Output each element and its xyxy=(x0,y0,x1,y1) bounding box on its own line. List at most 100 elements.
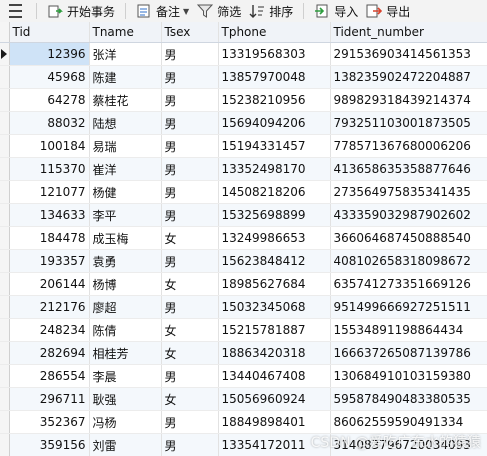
cell-tid[interactable]: 206144 xyxy=(9,272,90,296)
table-row[interactable]: 206144 杨博女 18985627684 635741273351669126 xyxy=(0,272,487,296)
table-row[interactable]: 296711 耿强女 15056960924 595878490483380535 xyxy=(0,387,487,411)
cell-tname[interactable]: 陈倩 xyxy=(89,318,162,342)
menu-button[interactable] xyxy=(0,0,30,22)
cell-tident-number[interactable]: 635741273351669126 xyxy=(330,272,487,296)
table-row[interactable]: 100184 易瑞男 15194331457 778571367680006206 xyxy=(0,134,487,158)
row-indicator[interactable] xyxy=(0,134,10,158)
cell-tphone[interactable]: 13440467408 xyxy=(218,364,331,388)
cell-tname[interactable]: 李晨 xyxy=(89,364,162,388)
row-indicator[interactable] xyxy=(0,341,10,365)
table-row[interactable]: 352367 冯杨男 18849898401 86062559590491334 xyxy=(0,410,487,434)
cell-tphone[interactable]: 13352498170 xyxy=(218,157,331,181)
cell-tident-number[interactable]: 138235902472204887 xyxy=(330,65,487,89)
cell-tident-number[interactable]: 778571367680006206 xyxy=(330,134,487,158)
table-row[interactable]: 359156 刘雷男 13354172011 314083796720034093 xyxy=(0,433,487,456)
cell-tname[interactable]: 廖超 xyxy=(89,295,162,319)
cell-tname[interactable]: 蔡桂花 xyxy=(89,88,162,112)
cell-tphone[interactable]: 13319568303 xyxy=(218,42,331,66)
row-indicator[interactable] xyxy=(0,387,10,411)
cell-tsex[interactable]: 男 xyxy=(161,203,219,227)
cell-tident-number[interactable]: 413658635358877646 xyxy=(330,157,487,181)
cell-tsex[interactable]: 男 xyxy=(161,65,219,89)
cell-tphone[interactable]: 15325698899 xyxy=(218,203,331,227)
cell-tphone[interactable]: 15238210956 xyxy=(218,88,331,112)
cell-tid[interactable]: 184478 xyxy=(9,226,90,250)
cell-tid[interactable]: 352367 xyxy=(9,410,90,434)
cell-tphone[interactable]: 15694094206 xyxy=(218,111,331,135)
table-row[interactable]: 248234 陈倩女 15215781887 15534891198864434 xyxy=(0,318,487,342)
cell-tphone[interactable]: 18985627684 xyxy=(218,272,331,296)
cell-tid[interactable]: 282694 xyxy=(9,341,90,365)
cell-tphone[interactable]: 14508218206 xyxy=(218,180,331,204)
cell-tid[interactable]: 359156 xyxy=(9,433,90,456)
cell-tname[interactable]: 崔洋 xyxy=(89,157,162,181)
cell-tsex[interactable]: 男 xyxy=(161,410,219,434)
cell-tphone[interactable]: 13857970048 xyxy=(218,65,331,89)
cell-tid[interactable]: 134633 xyxy=(9,203,90,227)
cell-tname[interactable]: 成玉梅 xyxy=(89,226,162,250)
row-indicator[interactable] xyxy=(0,295,10,319)
cell-tname[interactable]: 陈建 xyxy=(89,65,162,89)
cell-tphone[interactable]: 15194331457 xyxy=(218,134,331,158)
row-indicator[interactable] xyxy=(0,88,10,112)
cell-tname[interactable]: 相桂芳 xyxy=(89,341,162,365)
cell-tident-number[interactable]: 951499666927251511 xyxy=(330,295,487,319)
cell-tid[interactable]: 248234 xyxy=(9,318,90,342)
cell-tname[interactable]: 杨健 xyxy=(89,180,162,204)
cell-tname[interactable]: 袁勇 xyxy=(89,249,162,273)
cell-tident-number[interactable]: 408102658318098672 xyxy=(330,249,487,273)
cell-tident-number[interactable]: 86062559590491334 xyxy=(330,410,487,434)
cell-tphone[interactable]: 15215781887 xyxy=(218,318,331,342)
cell-tphone[interactable]: 13354172011 xyxy=(218,433,331,456)
cell-tsex[interactable]: 男 xyxy=(161,433,219,456)
cell-tphone[interactable]: 15623848412 xyxy=(218,249,331,273)
cell-tsex[interactable]: 男 xyxy=(161,180,219,204)
row-indicator[interactable] xyxy=(0,433,10,456)
cell-tsex[interactable]: 男 xyxy=(161,157,219,181)
cell-tname[interactable]: 冯杨 xyxy=(89,410,162,434)
row-indicator[interactable] xyxy=(0,272,10,296)
cell-tsex[interactable]: 男 xyxy=(161,364,219,388)
cell-tname[interactable]: 耿强 xyxy=(89,387,162,411)
table-row[interactable]: 193357 袁勇男 15623848412 408102658318098672 xyxy=(0,249,487,273)
table-row[interactable]: 88032 陆想男 15694094206 793251103001873505 xyxy=(0,111,487,135)
cell-tname[interactable]: 张洋 xyxy=(89,42,162,66)
table-row[interactable]: 121077 杨健男 14508218206 273564975835341435 xyxy=(0,180,487,204)
cell-tphone[interactable]: 15056960924 xyxy=(218,387,331,411)
cell-tid[interactable]: 296711 xyxy=(9,387,90,411)
table-row[interactable]: 134633 李平男 15325698899 433359032987902602 xyxy=(0,203,487,227)
cell-tphone[interactable]: 15032345068 xyxy=(218,295,331,319)
cell-tname[interactable]: 易瑞 xyxy=(89,134,162,158)
import-button[interactable]: 导入 xyxy=(310,0,362,22)
cell-tname[interactable]: 刘雷 xyxy=(89,433,162,456)
table-row[interactable]: 12396 张洋男 13319568303 291536903414561353 xyxy=(0,42,487,66)
cell-tident-number[interactable]: 433359032987902602 xyxy=(330,203,487,227)
cell-tident-number[interactable]: 314083796720034093 xyxy=(330,433,487,456)
cell-tid[interactable]: 88032 xyxy=(9,111,90,135)
cell-tphone[interactable]: 18863420318 xyxy=(218,341,331,365)
cell-tsex[interactable]: 女 xyxy=(161,226,219,250)
cell-tident-number[interactable]: 989829318439214374 xyxy=(330,88,487,112)
cell-tid[interactable]: 193357 xyxy=(9,249,90,273)
table-row[interactable]: 64278 蔡桂花男 15238210956 989829318439214374 xyxy=(0,88,487,112)
cell-tsex[interactable]: 女 xyxy=(161,341,219,365)
cell-tident-number[interactable]: 366064687450888540 xyxy=(330,226,487,250)
row-indicator[interactable] xyxy=(0,226,10,250)
cell-tsex[interactable]: 男 xyxy=(161,88,219,112)
row-indicator[interactable] xyxy=(0,203,10,227)
cell-tname[interactable]: 李平 xyxy=(89,203,162,227)
cell-tname[interactable]: 杨博 xyxy=(89,272,162,296)
row-indicator[interactable] xyxy=(0,249,10,273)
cell-tid[interactable]: 121077 xyxy=(9,180,90,204)
column-header-tphone[interactable]: Tphone xyxy=(218,22,331,43)
cell-tsex[interactable]: 男 xyxy=(161,134,219,158)
table-row[interactable]: 212176 廖超男 15032345068 951499666927251511 xyxy=(0,295,487,319)
cell-tsex[interactable]: 男 xyxy=(161,111,219,135)
row-indicator[interactable] xyxy=(0,318,10,342)
row-indicator[interactable] xyxy=(0,111,10,135)
filter-button[interactable]: 筛选 xyxy=(193,0,245,22)
remark-button[interactable]: 备注 ▼ xyxy=(132,0,193,22)
table-row[interactable]: 286554 李晨男 13440467408 130684910103159380 xyxy=(0,364,487,388)
cell-tsex[interactable]: 女 xyxy=(161,272,219,296)
column-header-tname[interactable]: Tname xyxy=(89,22,162,43)
